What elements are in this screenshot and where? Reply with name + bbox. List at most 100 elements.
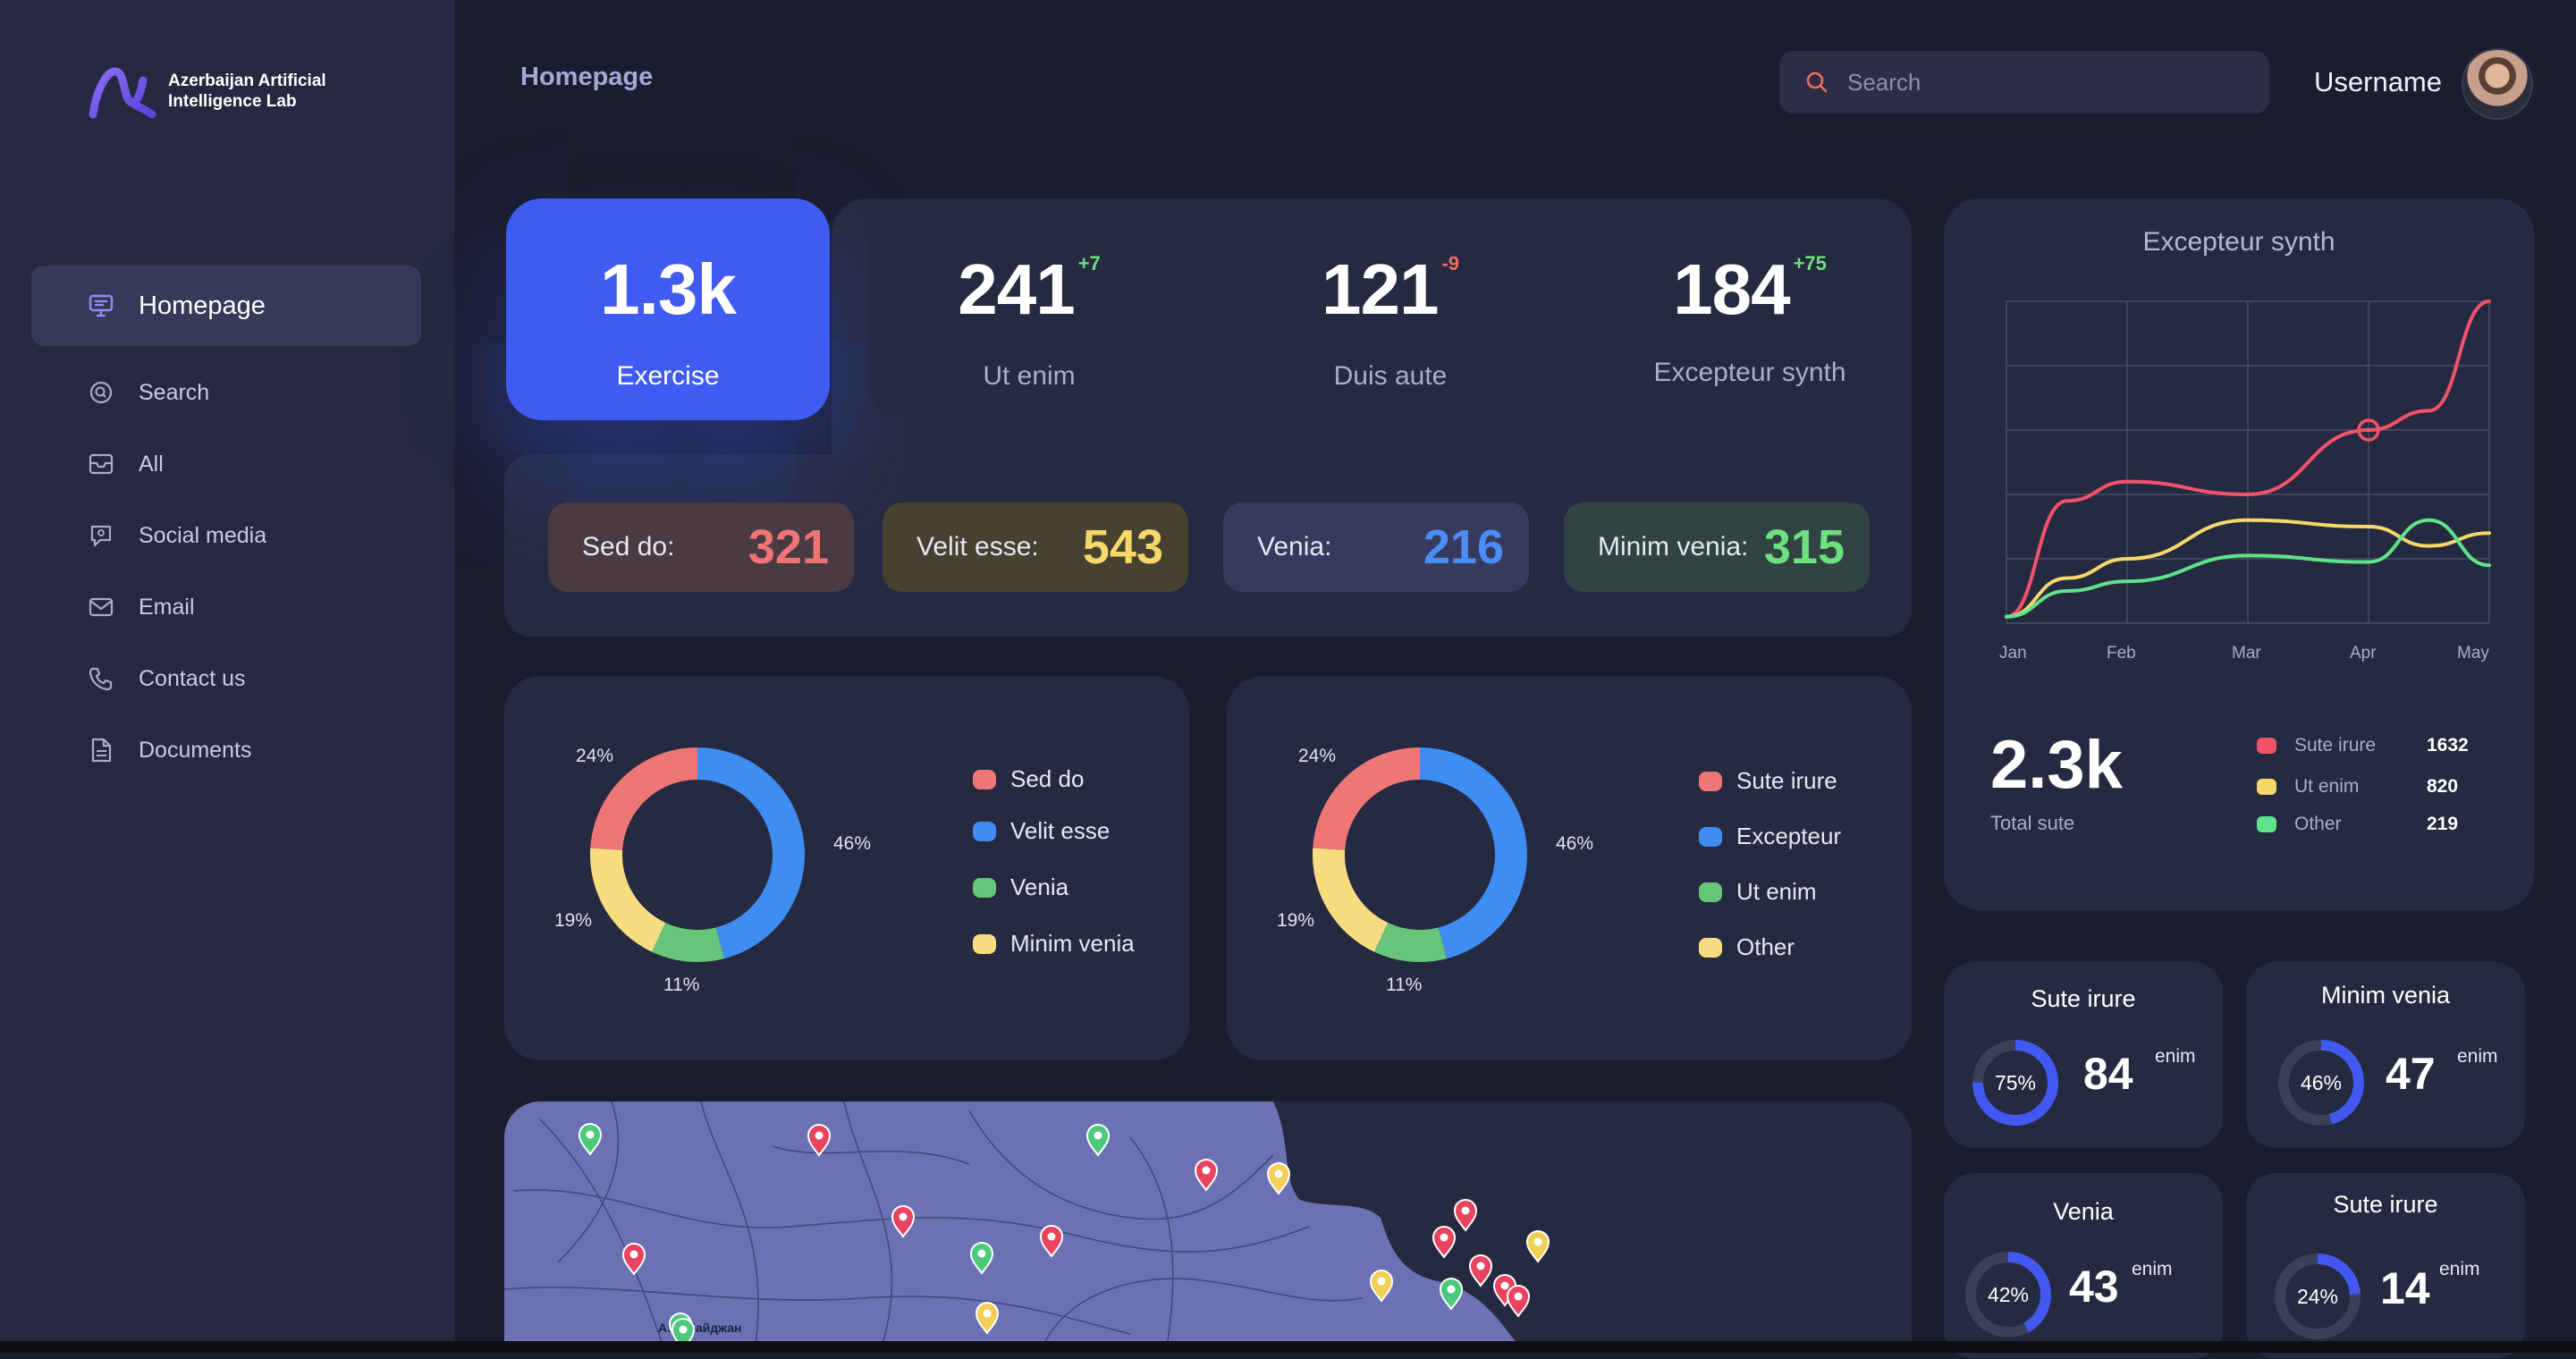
chart-legend-item: Ut enim 820	[2257, 776, 2458, 798]
map-pin-dot	[1094, 1131, 1102, 1140]
legend-value: 219	[2427, 814, 2459, 834]
stat-card-excepteur-synth[interactable]: 184 +75 Excepteur synth	[1588, 198, 1912, 420]
stat-card-ut-enim[interactable]: 241 +7 Ut enim	[867, 198, 1191, 420]
total-label: Total sute	[1990, 812, 2075, 834]
mini-title: Venia	[2053, 1198, 2114, 1225]
mini-pct: 75%	[1994, 1070, 2037, 1094]
legend-item: Sed do	[973, 765, 1084, 793]
legend-item: Ut enim	[1699, 878, 1817, 906]
pill-value: 543	[1082, 520, 1163, 574]
chart-grid	[2006, 300, 2490, 624]
sidebar-item-label: Homepage	[139, 291, 266, 320]
pill-value: 321	[747, 520, 829, 574]
bottom-edge	[0, 1341, 2576, 1353]
sidebar-item-search[interactable]: Search	[31, 357, 421, 428]
legend-swatch	[973, 933, 996, 954]
donut-panel-2: 24% 46% 19% 11% Sute irure Excepteur Ut …	[1227, 676, 1912, 1060]
x-tick-label: Apr	[2350, 644, 2377, 663]
total-value: 2.3k	[1990, 727, 2123, 803]
map[interactable]: Азербайджан	[504, 1102, 1912, 1353]
legend-item: Other	[1699, 933, 1795, 961]
map-pin-dot	[1274, 1169, 1283, 1178]
donut-slice[interactable]	[1420, 747, 1527, 959]
mini-unit: enim	[2155, 1046, 2196, 1067]
stat-delta: -9	[1441, 252, 1460, 274]
stat-card-exercise[interactable]: 1.3k Exercise	[506, 198, 830, 420]
line-chart-panel: Excepteur synth Jan Feb Mar Apr May 2.3k…	[1944, 198, 2534, 910]
pill-value: 216	[1423, 520, 1504, 574]
monitor-icon	[87, 291, 115, 320]
mini-unit: enim	[2439, 1259, 2480, 1279]
search-circle-icon	[87, 378, 115, 407]
sidebar-item-homepage[interactable]: Homepage	[31, 266, 421, 346]
pill-venia[interactable]: Venia: 216	[1223, 502, 1529, 592]
brand-name-line1: Azerbaijan Artificial	[168, 72, 326, 90]
legend-swatch	[2257, 816, 2276, 832]
mini-value: 84	[2083, 1049, 2133, 1099]
brand-logo[interactable]: Azerbaijan Artificial Intelligence Lab	[88, 63, 338, 120]
chart-legend-item: Other 219	[2257, 814, 2458, 835]
stat-card-duis-aute[interactable]: 121 -9 Duis aute	[1229, 198, 1552, 420]
map-pin-dot	[1377, 1277, 1386, 1286]
stat-value: 184	[1673, 249, 1790, 329]
sidebar-item-documents[interactable]: Documents	[31, 714, 421, 786]
search-bar[interactable]	[1779, 51, 2269, 114]
x-tick-label: Feb	[2107, 644, 2136, 663]
legend-swatch	[973, 769, 996, 789]
phone-icon	[87, 664, 115, 693]
sidebar-item-contact-us[interactable]: Contact us	[31, 643, 421, 714]
mini-value: 14	[2380, 1263, 2430, 1313]
sidebar-nav: Homepage Search All Social media Email C…	[31, 266, 421, 786]
document-icon	[87, 736, 115, 764]
x-tick-label: Jan	[1999, 644, 2027, 663]
donut-slice[interactable]	[590, 848, 666, 952]
map-pin-dot	[629, 1250, 638, 1259]
sidebar-item-label: Social media	[139, 522, 267, 548]
username[interactable]: Username	[2314, 66, 2442, 98]
pill-label: Venia:	[1257, 532, 1332, 561]
stat-delta: +7	[1077, 252, 1101, 274]
pill-velit-esse[interactable]: Velit esse: 543	[883, 502, 1188, 592]
legend-item: Minim venia	[973, 930, 1135, 958]
mini-card-sute-irure-2[interactable]: Sute irure 24% 14 enim	[2246, 1173, 2525, 1359]
mini-title: Sute irure	[2333, 1191, 2438, 1218]
chart-legend-item: Sute irure 1632	[2257, 735, 2469, 756]
mini-card-minim-venia[interactable]: Minim venia 46% 47 enim	[2246, 962, 2525, 1148]
legend-label: Other	[1736, 933, 1795, 960]
legend-swatch	[973, 877, 996, 898]
donut-pct-label: 24%	[576, 746, 614, 766]
stat-value: 121	[1321, 249, 1439, 329]
legend-value: 1632	[2427, 735, 2469, 755]
donut-pct-label: 11%	[1386, 975, 1423, 995]
pill-sed-do[interactable]: Sed do: 321	[548, 502, 854, 592]
pill-value: 315	[1763, 520, 1845, 574]
map-pin-dot	[1476, 1262, 1485, 1270]
stat-value: 241	[958, 249, 1075, 329]
mini-title: Minim venia	[2320, 982, 2451, 1009]
avatar[interactable]	[2462, 48, 2533, 120]
stat-label: Duis aute	[1333, 361, 1448, 391]
map-pin-dot	[1447, 1285, 1456, 1294]
sidebar-item-label: Email	[139, 594, 195, 620]
donut-pct-label: 46%	[833, 833, 872, 854]
donut-slice[interactable]	[697, 747, 806, 959]
sidebar-item-all[interactable]: All	[31, 428, 421, 500]
mini-unit: enim	[2457, 1046, 2498, 1067]
legend-label: Velit esse	[1010, 817, 1111, 844]
legend-label: Sute irure	[1736, 767, 1837, 794]
legend-item: Velit esse	[973, 817, 1110, 845]
map-panel[interactable]: Азербайджан	[504, 1102, 1912, 1353]
pill-minim-venia[interactable]: Minim venia: 315	[1564, 502, 1870, 592]
map-pin-dot	[1202, 1166, 1211, 1175]
mini-value: 47	[2386, 1049, 2436, 1099]
sidebar-item-social-media[interactable]: Social media	[31, 500, 421, 571]
map-pin-dot	[1461, 1206, 1470, 1215]
stat-value: 1.3k	[600, 249, 737, 329]
donut-slice[interactable]	[1313, 848, 1389, 952]
search-input[interactable]	[1845, 67, 2242, 97]
sidebar-item-email[interactable]: Email	[31, 571, 421, 643]
mini-card-sute-irure[interactable]: Sute irure 75% 84 enim	[1944, 962, 2223, 1148]
mini-card-venia[interactable]: Venia 42% 43 enim	[1944, 1173, 2223, 1359]
x-tick-label: May	[2457, 644, 2489, 663]
legend-swatch	[2257, 779, 2276, 795]
